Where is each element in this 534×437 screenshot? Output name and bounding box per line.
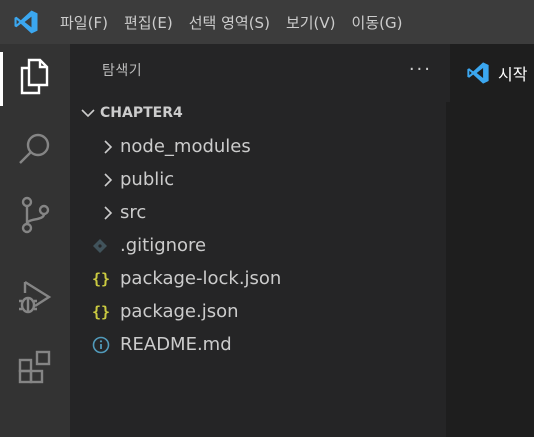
chevron-right-icon [96, 168, 120, 192]
workspace-section-header[interactable]: CHAPTER4 [70, 96, 446, 130]
explorer-title: 탐색기 [102, 63, 143, 79]
tree-folder-src[interactable]: src [70, 196, 446, 229]
vscode-window: 파일(F) 편집(E) 선택 영역(S) 보기(V) 이동(G) 탐색기 ···… [0, 0, 534, 437]
more-actions-button[interactable]: ··· [409, 61, 432, 79]
menu-go[interactable]: 이동(G) [344, 0, 411, 44]
activity-source-control[interactable] [0, 184, 70, 250]
chevron-right-icon [96, 201, 120, 225]
editor-area: 시작 [446, 44, 534, 437]
chevron-down-icon [76, 101, 100, 125]
extensions-icon [17, 349, 53, 389]
tree-folder-public[interactable]: public [70, 163, 446, 196]
file-label: package.json [120, 301, 239, 322]
explorer-sidebar: 탐색기 ··· CHAPTER4 node_modules public src… [70, 44, 446, 437]
tree-file-package-json[interactable]: {} package.json [70, 295, 446, 328]
file-label: .gitignore [120, 235, 207, 256]
source-control-icon [19, 196, 51, 238]
explorer-header: 탐색기 ··· [70, 44, 446, 96]
activity-bar [0, 44, 70, 437]
menu-selection[interactable]: 선택 영역(S) [181, 0, 278, 44]
tree-file-package-lock-json[interactable]: {} package-lock.json [70, 262, 446, 295]
workspace-name: CHAPTER4 [100, 105, 183, 121]
tree-folder-node-modules[interactable]: node_modules [70, 130, 446, 163]
json-braces-icon: {} [92, 269, 111, 288]
file-label: package-lock.json [120, 268, 282, 289]
search-icon [17, 131, 53, 171]
files-icon [18, 58, 52, 100]
folder-label: public [120, 169, 175, 190]
activity-search[interactable] [0, 118, 70, 184]
json-braces-icon: {} [92, 302, 111, 321]
activity-explorer[interactable] [0, 46, 70, 112]
folder-label: node_modules [120, 136, 251, 157]
activity-extensions[interactable] [0, 336, 70, 402]
tree-file-readme-md[interactable]: README.md [70, 328, 446, 361]
tab-bar: 시작 [446, 44, 534, 102]
menu-bar: 파일(F) 편집(E) 선택 영역(S) 보기(V) 이동(G) [0, 0, 534, 44]
activity-run-debug[interactable] [0, 266, 70, 332]
git-diamond-icon [92, 238, 118, 254]
info-circle-icon [92, 336, 118, 354]
run-debug-icon [17, 279, 53, 319]
tree-file-gitignore[interactable]: .gitignore [70, 229, 446, 262]
menu-edit[interactable]: 편집(E) [116, 0, 181, 44]
menu-file[interactable]: 파일(F) [52, 0, 116, 44]
menu-view[interactable]: 보기(V) [278, 0, 344, 44]
chevron-right-icon [96, 135, 120, 159]
vscode-logo-icon [466, 61, 490, 85]
file-label: README.md [120, 334, 232, 355]
tab-label: 시작 [498, 65, 528, 84]
folder-label: src [120, 202, 147, 223]
tab-welcome[interactable]: 시작 [450, 44, 534, 102]
vscode-logo-icon [0, 0, 52, 44]
